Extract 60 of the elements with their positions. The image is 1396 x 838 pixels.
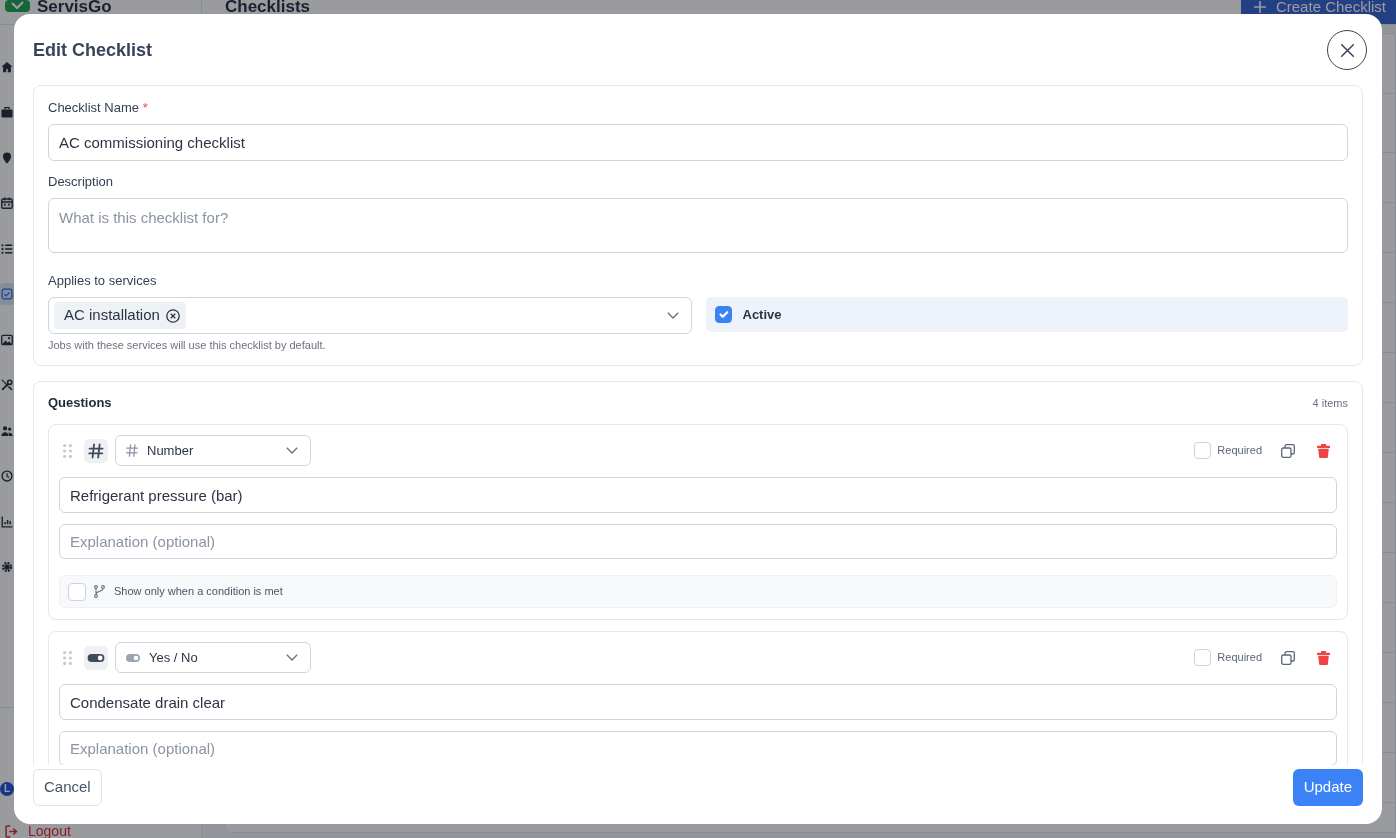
logo-text: ServisGo: [37, 0, 112, 14]
calendar-icon[interactable]: [1, 197, 13, 210]
active-checkbox[interactable]: [714, 306, 732, 323]
question-input[interactable]: Refrigerant pressure (bar): [59, 477, 1337, 513]
list-icon[interactable]: [1, 242, 13, 255]
help-text: Jobs with these services will use this checklist by default.: [48, 338, 326, 353]
description-textarea[interactable]: What is this checklist for?: [48, 198, 1348, 253]
checkbox-label: Active: [742, 305, 782, 324]
explanation-input[interactable]: Explanation (optional): [59, 524, 1337, 559]
explanation-input[interactable]: Explanation (optional): [59, 731, 1337, 765]
chevron-down-icon: [286, 447, 298, 454]
logout-icon[interactable]: [5, 824, 18, 838]
required-checkbox[interactable]: [1194, 649, 1212, 666]
hash-icon: [126, 444, 138, 457]
branch-icon: [94, 585, 105, 598]
close-button[interactable]: [1327, 30, 1367, 70]
user-avatar[interactable]: L: [0, 782, 14, 796]
field-label: Checklist Name *: [48, 99, 148, 117]
services-select[interactable]: AC installation: [48, 297, 692, 334]
pin-icon[interactable]: [1, 151, 13, 164]
checkbox-label: Required: [1217, 443, 1262, 459]
condition-label: Show only when a condition is met: [114, 584, 283, 600]
drag-handle-icon[interactable]: [63, 650, 72, 665]
toggle-icon: [84, 645, 108, 670]
remove-icon[interactable]: [165, 308, 180, 323]
checkbox-icon[interactable]: [0, 283, 14, 306]
required-checkbox[interactable]: [1194, 442, 1212, 459]
gear-icon[interactable]: [1, 561, 13, 574]
item-count: 4 items: [1312, 396, 1348, 411]
section-title: Questions: [48, 394, 112, 412]
name-input[interactable]: AC commissioning checklist: [48, 124, 1348, 161]
update-button[interactable]: Update: [1292, 769, 1363, 806]
briefcase-icon[interactable]: [1, 106, 13, 119]
drag-handle-icon[interactable]: [63, 443, 72, 458]
home-icon[interactable]: [1, 60, 13, 73]
chevron-down-icon: [286, 654, 298, 661]
page-title: Checklists: [225, 0, 311, 14]
chart-icon[interactable]: [1, 515, 13, 528]
close-icon: [1340, 43, 1354, 57]
condition-checkbox[interactable]: [68, 582, 86, 601]
field-label: Description: [48, 173, 114, 191]
type-select[interactable]: Number: [115, 435, 311, 466]
users-icon[interactable]: [1, 424, 13, 437]
type-select[interactable]: Yes / No: [115, 642, 311, 673]
dialog-title: Edit Checklist: [33, 39, 153, 62]
checkbox-label: Required: [1217, 650, 1262, 666]
service-chip[interactable]: AC installation: [54, 302, 186, 329]
toggle-icon: [126, 653, 140, 662]
hash-icon: [84, 438, 108, 463]
clock-icon[interactable]: [1, 470, 13, 483]
question-input[interactable]: Condensate drain clear: [59, 684, 1337, 720]
chevron-down-icon: [666, 312, 679, 319]
image-icon[interactable]: [1, 333, 13, 346]
trash-icon[interactable]: [1317, 650, 1330, 665]
tools-icon[interactable]: [1, 379, 13, 392]
copy-icon[interactable]: [1281, 650, 1295, 665]
field-label: Applies to services: [48, 272, 157, 290]
cancel-button[interactable]: Cancel: [33, 769, 102, 806]
trash-icon[interactable]: [1317, 443, 1330, 458]
copy-icon[interactable]: [1281, 443, 1295, 458]
